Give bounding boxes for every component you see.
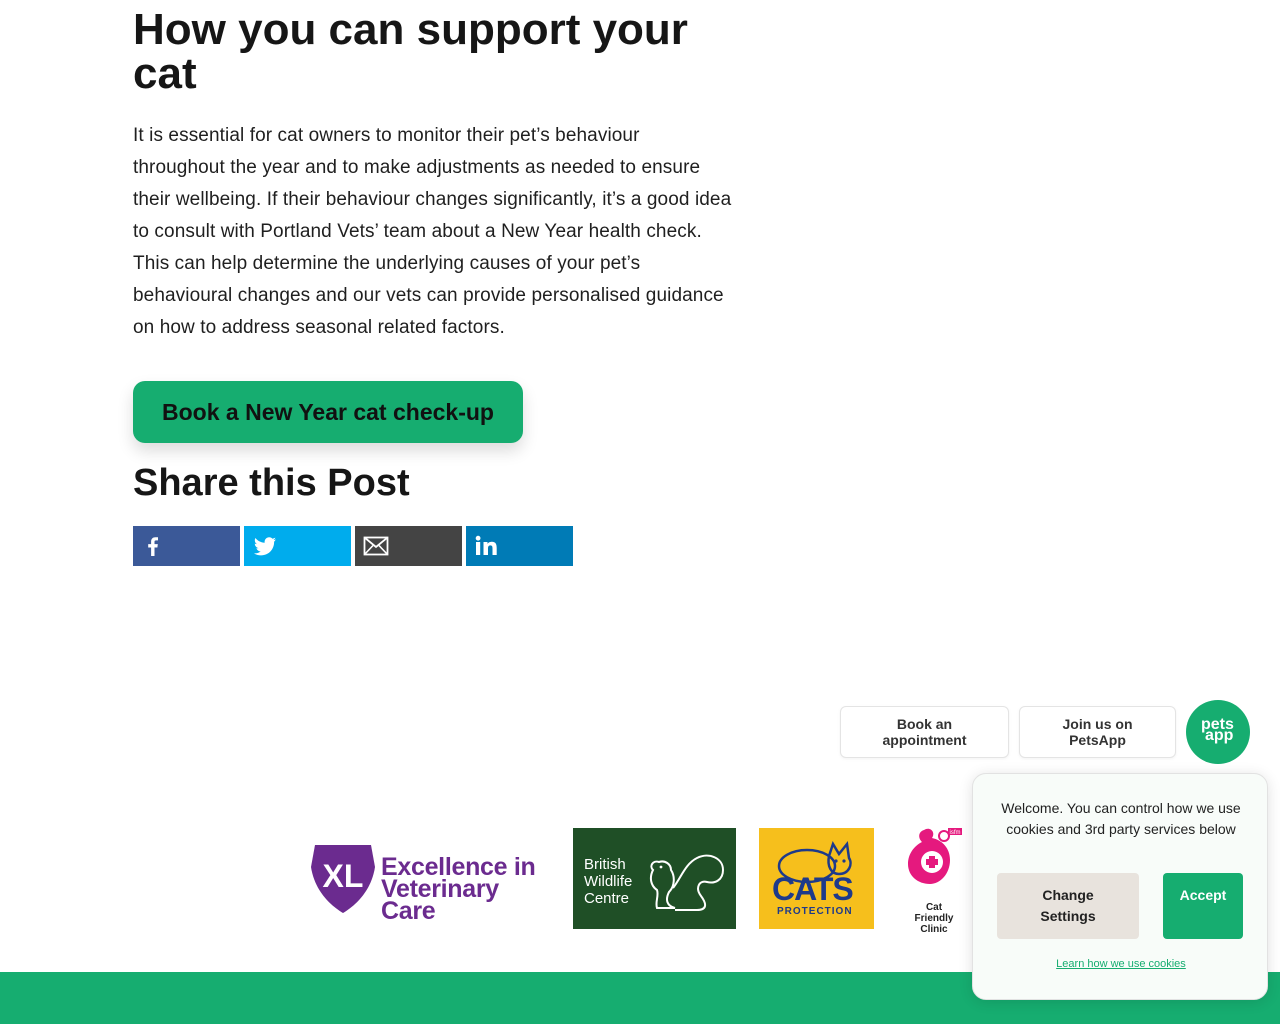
- twitter-icon: [253, 537, 276, 556]
- xl-excellence-logo: XL Excellence in Veterinary Care: [309, 843, 551, 924]
- book-appointment-button[interactable]: Book an appointment: [840, 706, 1009, 758]
- share-title: Share this Post: [133, 462, 410, 504]
- petsapp-launcher-button[interactable]: pets app: [1186, 700, 1250, 764]
- cats-sub: PROTECTION: [777, 906, 853, 917]
- cats-protection-logo: CATS PROTECTION: [759, 828, 874, 929]
- cat-friendly-clinic-logo: isfm Cat Friendly Clinic: [900, 826, 970, 935]
- cookie-consent-panel: Welcome. You can control how we use cook…: [972, 773, 1268, 1000]
- facebook-icon: [148, 537, 158, 556]
- cat-friendly-clinic-icon: isfm: [908, 828, 962, 884]
- cfc-line1: Cat: [925, 902, 943, 913]
- petsapp-logo-line2: app: [1205, 727, 1234, 744]
- book-checkup-button[interactable]: Book a New Year cat check-up: [133, 381, 523, 443]
- cfc-line3: Clinic: [920, 924, 948, 935]
- join-petsapp-label: Join us on PetsApp: [1062, 716, 1133, 748]
- bwc-line3: Centre: [584, 890, 630, 907]
- share-twitter-button[interactable]: [244, 526, 351, 566]
- xl-text-line2: Veterinary Care: [381, 875, 499, 925]
- bwc-line2: Wildlife: [584, 873, 633, 890]
- xl-logo-text: Excellence in Veterinary Care: [381, 855, 551, 925]
- isfm-tag: isfm: [950, 830, 961, 836]
- cats-word: CATS: [772, 871, 854, 907]
- british-wildlife-centre-logo: British Wildlife Centre: [573, 828, 736, 929]
- accept-cookies-button[interactable]: Accept: [1163, 873, 1243, 939]
- join-petsapp-button[interactable]: Join us on PetsApp: [1019, 706, 1176, 758]
- learn-cookies-link[interactable]: Learn how we use cookies: [973, 958, 1269, 970]
- cfc-logo-text: Cat Friendly Clinic: [906, 902, 962, 935]
- book-appointment-label: Book an appointment: [882, 716, 967, 748]
- change-settings-label: Change Settings: [1040, 887, 1096, 924]
- xl-mark-text: XL: [323, 858, 364, 894]
- cfc-line2: Friendly: [914, 913, 954, 924]
- xl-shield-icon: XL: [311, 845, 375, 913]
- linkedin-icon: [475, 535, 497, 555]
- bwc-logo-text: British Wildlife Centre: [584, 856, 632, 907]
- article-paragraph: It is essential for cat owners to monito…: [133, 125, 732, 338]
- bwc-line1: British: [584, 856, 626, 873]
- change-settings-button[interactable]: Change Settings: [997, 873, 1139, 939]
- share-email-button[interactable]: [355, 526, 462, 566]
- squirrel-icon: [649, 854, 725, 911]
- cookie-message: Welcome. You can control how we use cook…: [1001, 800, 1241, 837]
- section-heading: How you can support your cat: [133, 5, 688, 98]
- share-linkedin-button[interactable]: [466, 526, 573, 566]
- email-icon: [363, 536, 389, 556]
- share-facebook-button[interactable]: [133, 526, 240, 566]
